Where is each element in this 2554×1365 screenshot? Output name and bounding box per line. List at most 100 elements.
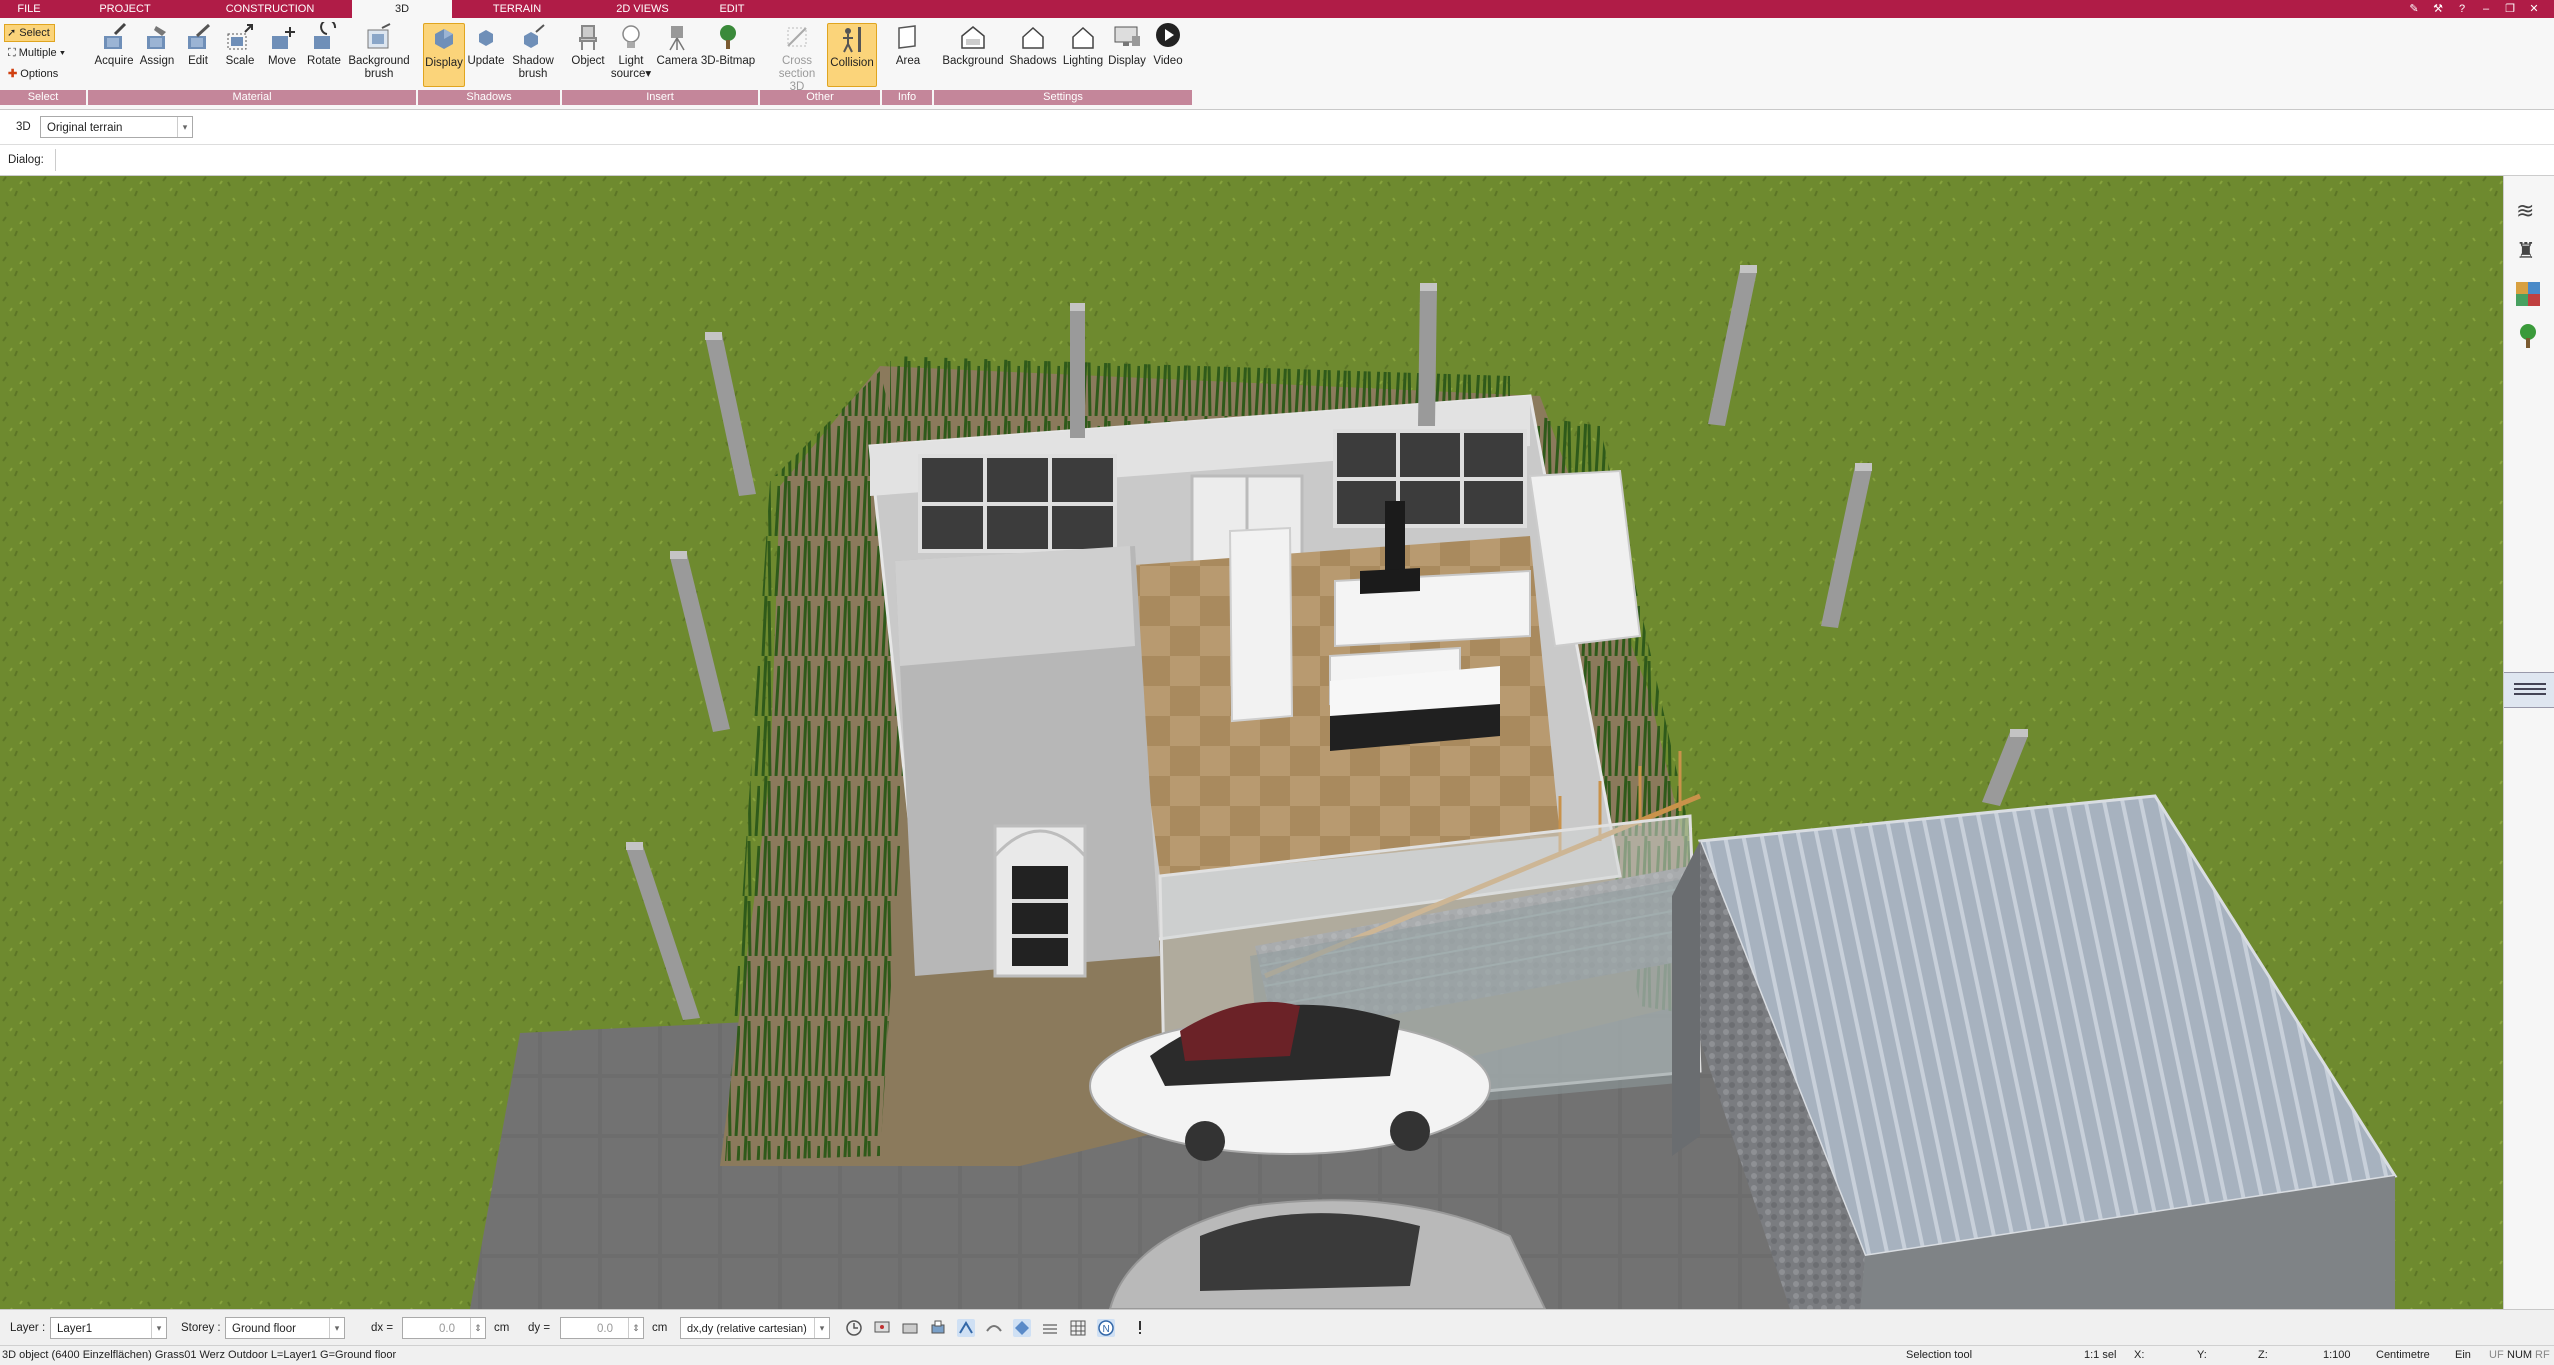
layers-toggle-icon[interactable] — [1041, 1319, 1059, 1337]
tools-icon[interactable] — [901, 1319, 919, 1337]
tab-edit[interactable]: EDIT — [712, 0, 752, 18]
snap-point-icon[interactable] — [1013, 1319, 1031, 1337]
tree-icon — [720, 25, 736, 49]
print-icon[interactable] — [929, 1319, 947, 1337]
group-select: Select — [0, 90, 86, 105]
scale-button[interactable]: Scale — [220, 22, 260, 68]
assign-button[interactable]: Assign — [135, 22, 179, 68]
tab-project[interactable]: PROJECT — [66, 0, 184, 18]
house-background-icon — [961, 26, 985, 49]
help-icon[interactable]: ? — [2455, 2, 2469, 16]
tab-file[interactable]: FILE — [0, 0, 58, 18]
assign-label: Assign — [139, 55, 175, 67]
edit-button[interactable]: Edit — [178, 22, 218, 68]
info-icon[interactable] — [1135, 1319, 1145, 1337]
tools-icon[interactable]: ✎ — [2407, 2, 2421, 16]
shadow-label: Shadow — [512, 55, 554, 67]
3d-viewport[interactable] — [0, 176, 2503, 1309]
dy-input[interactable]: 0.0 ⇕ — [560, 1317, 644, 1339]
scale-icon — [227, 24, 253, 50]
screen-icon[interactable] — [873, 1319, 891, 1337]
3d-bitmap-button[interactable]: 3D-Bitmap — [700, 22, 756, 68]
status-num: NUM — [2507, 1349, 2533, 1361]
shadows-display-button[interactable]: Display — [423, 23, 465, 87]
video-button[interactable]: Video — [1148, 22, 1188, 68]
display-settings-label: Display — [1108, 55, 1146, 67]
background-settings-button[interactable]: Background — [940, 22, 1006, 68]
menu-tab-bar: FILE PROJECT CONSTRUCTION 3D TERRAIN 2D … — [0, 0, 2554, 18]
shadow-brush-label: brush — [518, 68, 548, 80]
options-label: Options — [20, 68, 59, 80]
cross-section-3d-button[interactable]: Cross section 3D — [772, 22, 822, 94]
tab-terrain[interactable]: TERRAIN — [462, 0, 572, 18]
snap-icon[interactable] — [957, 1319, 975, 1337]
materials-icon[interactable] — [2514, 280, 2542, 308]
storey-select[interactable]: Ground floor ▾ — [225, 1317, 345, 1339]
view-toolbar: 3D Original terrain ▾ — [0, 110, 2554, 145]
area-button[interactable]: Area — [888, 22, 928, 68]
background-brush-button[interactable]: Background brush — [346, 22, 412, 81]
grid-icon[interactable] — [1069, 1319, 1087, 1337]
coord-mode-value: dx,dy (relative cartesian) — [687, 1323, 807, 1335]
tab-2d-views[interactable]: 2D VIEWS — [585, 0, 700, 18]
shadows-update-button[interactable]: Update — [466, 22, 506, 68]
shadow-brush-icon — [524, 24, 545, 48]
rotate-button[interactable]: Rotate — [304, 22, 344, 68]
shadows-settings-button[interactable]: Shadows — [1008, 22, 1058, 68]
select-label: Select — [19, 27, 50, 39]
camera-label: Camera — [656, 55, 698, 67]
collision-button[interactable]: Collision — [827, 23, 877, 87]
acquire-button[interactable]: Acquire — [92, 22, 136, 68]
clock-icon[interactable] — [845, 1319, 863, 1337]
coord-mode-select[interactable]: dx,dy (relative cartesian) ▾ — [680, 1317, 830, 1339]
group-info: Info — [882, 90, 932, 105]
light-bulb-icon — [622, 25, 640, 48]
group-settings: Settings — [934, 90, 1192, 105]
status-tool: Selection tool — [1906, 1349, 1973, 1361]
panel-collapse-handle[interactable] — [2504, 672, 2554, 708]
layers-icon[interactable]: ≋ — [2516, 198, 2534, 224]
svg-text:N: N — [1103, 1324, 1110, 1335]
lighting-button[interactable]: Lighting — [1058, 22, 1108, 68]
furniture-icon[interactable]: ♜ — [2516, 238, 2536, 264]
status-rf: RF — [2535, 1349, 2550, 1361]
multiple-dropdown[interactable]: ⛶ Multiple ▾ — [6, 45, 69, 61]
divider — [55, 149, 56, 171]
north-icon[interactable]: N — [1097, 1319, 1115, 1337]
lighting-label: Lighting — [1062, 55, 1104, 67]
object-button[interactable]: Object — [568, 22, 608, 68]
camera-button[interactable]: Camera — [654, 22, 700, 68]
edit-label: Edit — [188, 55, 208, 67]
bottom-toolbar: Layer : Layer1 ▾ Storey : Ground floor ▾… — [0, 1309, 2554, 1346]
dy-label: dy = — [528, 1322, 551, 1334]
snap-line-icon[interactable] — [985, 1319, 1003, 1337]
shadow-brush-button[interactable]: Shadow brush — [508, 22, 558, 81]
paint-bucket-icon — [147, 26, 166, 49]
tab-construction[interactable]: CONSTRUCTION — [200, 0, 340, 18]
tab-3d[interactable]: 3D — [352, 0, 452, 18]
cross-label: Cross — [781, 55, 813, 67]
plants-icon[interactable] — [2514, 322, 2542, 350]
light-source-button[interactable]: Light source▾ — [610, 22, 652, 81]
group-insert: Insert — [562, 90, 758, 105]
cross-section-icon — [787, 27, 807, 47]
play-icon — [1156, 23, 1180, 47]
close-icon[interactable]: ✕ — [2527, 2, 2541, 16]
layer-select[interactable]: Layer1 ▾ — [50, 1317, 167, 1339]
rotate-label: Rotate — [307, 55, 341, 67]
terrain-select[interactable]: Original terrain ▾ — [40, 116, 193, 138]
chevron-down-icon: ▾ — [151, 1318, 166, 1338]
chevron-down-icon: ▾ — [177, 117, 192, 137]
select-button[interactable]: ➚ Select — [4, 24, 55, 42]
options-button[interactable]: ✚ Options — [6, 66, 62, 82]
wrench-icon[interactable]: ⚒ — [2431, 2, 2445, 16]
restore-icon[interactable]: ❐ — [2503, 2, 2517, 16]
move-button[interactable]: Move — [262, 22, 302, 68]
minimize-icon[interactable]: – — [2479, 2, 2493, 16]
dialog-bar: Dialog: — [0, 145, 2554, 176]
background-brush-icon — [367, 23, 391, 49]
dx-input[interactable]: 0.0 ⇕ — [402, 1317, 486, 1339]
terrain-value: Original terrain — [47, 122, 123, 134]
display-settings-button[interactable]: Display — [1106, 22, 1148, 68]
house-lighting-icon — [1072, 26, 1094, 49]
